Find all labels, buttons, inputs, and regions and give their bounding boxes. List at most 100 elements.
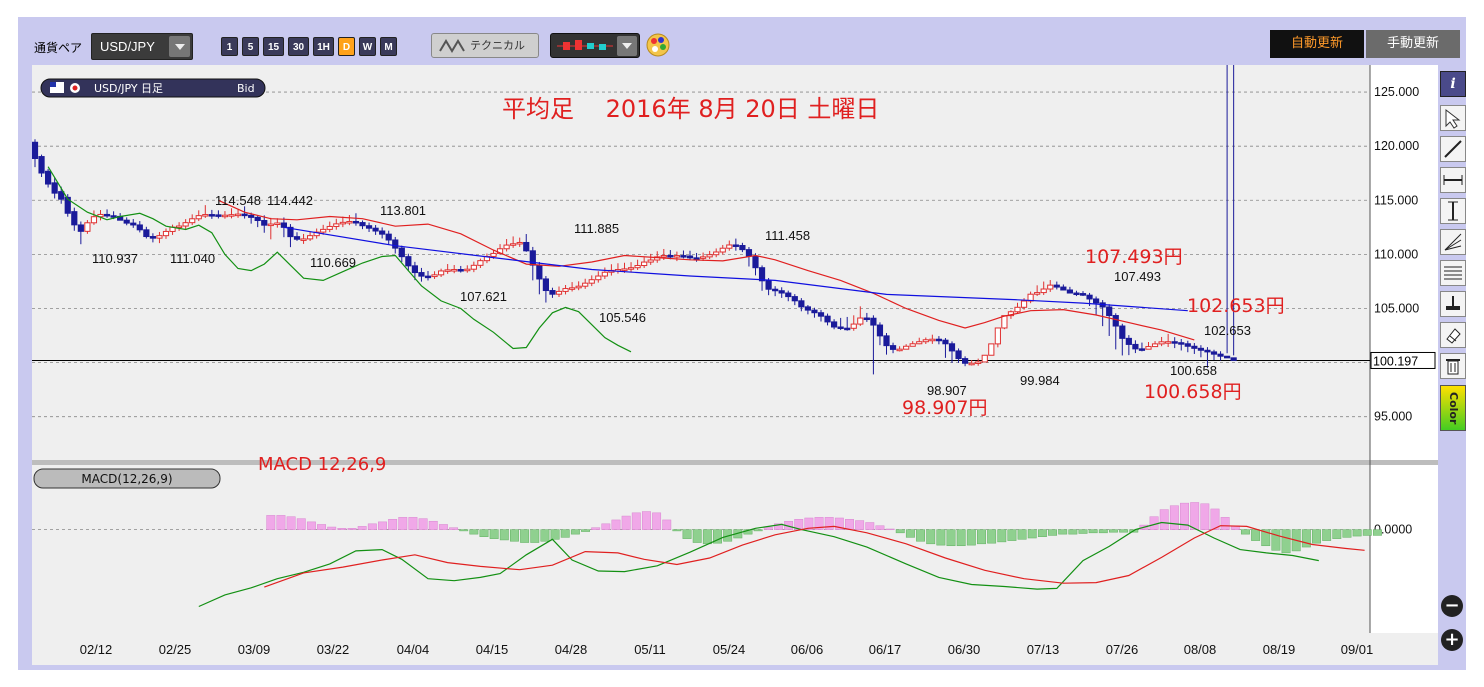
candle-body — [601, 271, 608, 277]
zoom-out-icon[interactable]: − — [1441, 595, 1463, 617]
candle-body — [143, 229, 150, 238]
macd-panel-bg — [32, 465, 1370, 633]
palette-icon[interactable] — [646, 33, 670, 57]
macd-hist-bar — [520, 529, 530, 543]
candle-body — [71, 211, 78, 226]
candle-body — [1066, 289, 1074, 294]
macd-hist-bar — [1058, 529, 1068, 535]
chevron-down-icon[interactable] — [169, 36, 190, 57]
fan-tool-icon[interactable] — [1440, 229, 1466, 255]
x-tick-label: 05/24 — [713, 642, 746, 657]
timeframe-button-30[interactable]: 30 — [288, 37, 309, 56]
horizontal-line-icon[interactable] — [1440, 167, 1466, 193]
candle-body — [549, 290, 556, 295]
vertical-line-icon[interactable] — [1440, 198, 1466, 224]
candle-body — [411, 265, 418, 274]
candle-body — [595, 275, 602, 281]
channel-lines-icon[interactable] — [1440, 260, 1466, 286]
macd-hist-bar — [570, 529, 580, 535]
eraser-icon[interactable] — [1440, 322, 1466, 348]
candle-body — [935, 338, 942, 342]
candle-body — [1125, 337, 1132, 345]
candle-body — [824, 315, 831, 323]
macd-hist-bar — [946, 529, 956, 547]
candle-body — [254, 216, 261, 222]
x-tick-label: 04/28 — [555, 642, 588, 657]
candle-body — [536, 264, 543, 280]
candle-body — [948, 343, 956, 352]
technical-button[interactable]: テクニカル — [431, 33, 539, 58]
auto-update-button[interactable]: 自動更新 — [1270, 30, 1364, 58]
price-label: 107.493 — [1114, 269, 1161, 284]
macd-hist-bar — [1169, 505, 1179, 530]
macd-hist-bar — [469, 529, 479, 535]
candle-body — [588, 279, 595, 284]
zoom-in-icon[interactable]: + — [1441, 629, 1463, 651]
candle-body — [274, 222, 281, 225]
trendline-icon[interactable] — [1440, 136, 1466, 162]
wave-icon — [439, 39, 465, 53]
candle-body — [77, 224, 84, 232]
trash-icon[interactable] — [1440, 353, 1466, 379]
chart-type-select[interactable] — [550, 33, 640, 58]
manual-update-button[interactable]: 手動更新 — [1366, 30, 1460, 58]
price-label: 113.801 — [380, 203, 426, 218]
macd-hist-bar — [428, 520, 438, 530]
candle-body — [582, 282, 589, 287]
candle-body — [234, 213, 242, 217]
price-label: 111.040 — [170, 251, 215, 266]
candle-body — [1230, 357, 1237, 361]
candle-body — [84, 222, 91, 232]
candle-body — [38, 156, 45, 174]
candle-body — [745, 249, 753, 257]
timeframe-button-w[interactable]: W — [359, 37, 376, 56]
instrument-name: USD/JPY 日足 — [94, 82, 163, 95]
timeframe-button-1[interactable]: 1 — [221, 37, 238, 56]
candle-body — [1184, 343, 1191, 347]
candle-body — [621, 268, 628, 271]
timeframe-button-m[interactable]: M — [380, 37, 397, 56]
timeframe-button-5[interactable]: 5 — [242, 37, 259, 56]
timeframe-button-1h[interactable]: 1H — [313, 37, 334, 56]
candle-body — [1020, 300, 1028, 308]
macd-hist-bar — [936, 529, 946, 546]
candle-body — [339, 221, 346, 225]
macd-hist-bar — [1088, 529, 1098, 534]
candle-body — [320, 228, 327, 233]
macd-hist-bar — [317, 524, 327, 530]
candle-body — [156, 235, 163, 239]
candle-body — [307, 235, 314, 240]
chevron-down-icon[interactable] — [617, 36, 637, 56]
measure-icon[interactable] — [1440, 291, 1466, 317]
timeframe-button-15[interactable]: 15 — [263, 37, 284, 56]
x-tick-label: 02/12 — [80, 642, 113, 657]
candle-body — [1086, 294, 1093, 300]
candle-body — [418, 272, 425, 277]
candle-body — [1093, 298, 1100, 304]
pair-select[interactable]: USD/JPY — [91, 33, 193, 60]
cursor-icon[interactable] — [1440, 105, 1466, 131]
candle-body — [424, 275, 432, 279]
candle-body — [405, 256, 412, 267]
candle-body — [857, 317, 864, 325]
macd-hist-bar — [1240, 529, 1250, 535]
candle-body — [51, 182, 58, 194]
macd-hist-bar — [388, 519, 398, 530]
macd-hist-bar — [276, 515, 286, 530]
macd-hist-bar — [631, 512, 641, 530]
candle-body — [464, 268, 471, 272]
candle-body — [791, 296, 798, 302]
info-icon[interactable]: i — [1440, 71, 1466, 97]
candle-body — [863, 317, 870, 321]
chart-window: 通貨ペア USD/JPY 1 5 15 30 1H D W M テクニカル 自動… — [18, 17, 1466, 670]
candle-body — [1047, 284, 1054, 290]
x-tick-label: 04/15 — [476, 642, 509, 657]
candle-body — [176, 225, 183, 229]
candle-body — [1158, 341, 1165, 345]
color-button[interactable]: Color — [1440, 385, 1466, 431]
candle-body — [123, 219, 130, 224]
price-label: 110.669 — [310, 255, 356, 270]
timeframe-button-d[interactable]: D — [338, 37, 355, 56]
price-label: 111.458 — [765, 228, 810, 243]
macd-hist-bar — [1037, 529, 1047, 537]
